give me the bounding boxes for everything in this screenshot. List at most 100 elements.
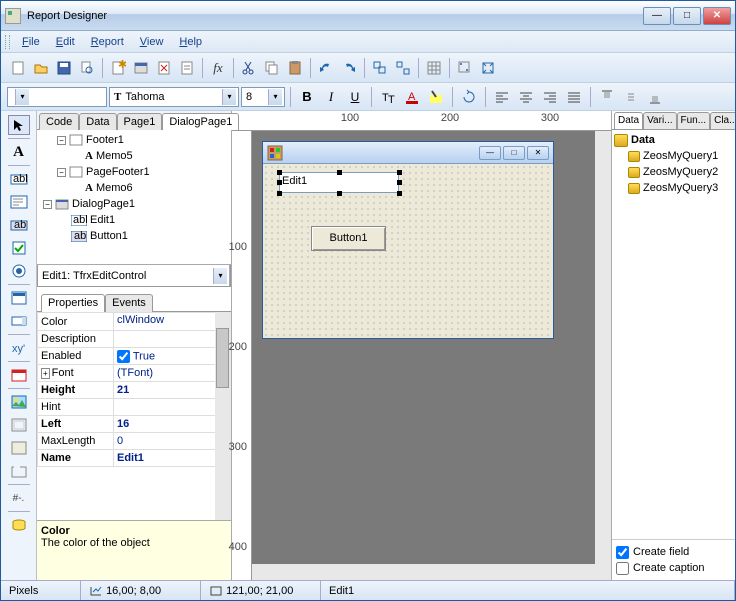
new-icon[interactable] <box>7 57 29 79</box>
svg-text:abl: abl <box>13 173 28 185</box>
query-icon <box>628 151 640 162</box>
left-panel: Code Data Page1 DialogPage1 −Footer1 AMe… <box>37 111 232 580</box>
redo-icon[interactable] <box>338 57 360 79</box>
edit-tool[interactable]: abl <box>8 169 30 189</box>
rtab-functions[interactable]: Fun... <box>677 112 711 130</box>
grid-icon[interactable] <box>423 57 445 79</box>
bold-button[interactable]: B <box>296 86 318 108</box>
new-dialog-icon[interactable] <box>130 57 152 79</box>
panel-tool[interactable] <box>8 438 30 458</box>
pagecontrol-tool[interactable]: #-. <box>8 488 30 508</box>
window-title: Report Designer <box>27 10 643 22</box>
fit-grid-icon[interactable] <box>477 57 499 79</box>
style-combo[interactable]: ▾ <box>7 87 107 107</box>
maximize-button[interactable]: □ <box>673 7 701 25</box>
menu-edit[interactable]: Edit <box>48 34 83 50</box>
rtab-data[interactable]: Data <box>614 112 643 130</box>
select-tool[interactable] <box>8 115 30 135</box>
edit-control[interactable]: Edit1 <box>279 172 399 193</box>
canvas-scroll[interactable]: — □ ✕ Edit1 Button1 <box>252 131 611 580</box>
query-icon <box>628 167 640 178</box>
highlight-icon[interactable] <box>425 86 447 108</box>
minimize-button[interactable]: — <box>643 7 671 25</box>
tab-code[interactable]: Code <box>39 113 79 130</box>
tab-properties[interactable]: Properties <box>41 294 105 312</box>
radiobutton-tool[interactable] <box>8 261 30 281</box>
paste-icon[interactable] <box>284 57 306 79</box>
text-tool[interactable]: A <box>8 142 30 162</box>
memo-tool[interactable] <box>8 192 30 212</box>
status-bar: Pixels 16,00; 8,00 121,00; 21,00 Edit1 <box>1 580 735 600</box>
menu-file[interactable]: File <box>14 34 48 50</box>
undo-icon[interactable] <box>315 57 337 79</box>
svg-text:ab: ab <box>14 219 26 231</box>
align-middle-icon[interactable] <box>620 86 642 108</box>
align-grid-icon[interactable] <box>454 57 476 79</box>
menu-help[interactable]: Help <box>171 34 210 50</box>
enabled-checkbox[interactable] <box>117 350 130 363</box>
listbox-tool[interactable] <box>8 288 30 308</box>
dialog-form[interactable]: — □ ✕ Edit1 Button1 <box>262 141 554 339</box>
open-icon[interactable] <box>30 57 52 79</box>
date-tool[interactable] <box>8 365 30 385</box>
canvas-hscroll[interactable] <box>252 564 611 580</box>
variables-icon[interactable]: fx <box>207 57 229 79</box>
align-justify-icon[interactable] <box>563 86 585 108</box>
font-size-combo[interactable]: 8▾ <box>241 87 285 107</box>
svg-text:ab: ab <box>74 231 86 242</box>
dblookup-tool[interactable] <box>8 515 30 535</box>
ungroup-icon[interactable] <box>392 57 414 79</box>
page-settings-icon[interactable] <box>176 57 198 79</box>
rtab-variables[interactable]: Vari... <box>643 112 676 130</box>
new-page-icon[interactable]: ✱ <box>107 57 129 79</box>
copy-icon[interactable] <box>261 57 283 79</box>
save-icon[interactable] <box>53 57 75 79</box>
rotate-icon[interactable] <box>458 86 480 108</box>
canvas-vscroll[interactable] <box>595 131 611 580</box>
bevel-tool[interactable] <box>8 415 30 435</box>
cut-icon[interactable] <box>238 57 260 79</box>
status-size: 121,00; 21,00 <box>201 581 321 600</box>
image-tool[interactable] <box>8 392 30 412</box>
font-settings-icon[interactable]: TT <box>377 86 399 108</box>
font-combo[interactable]: TTahoma▾ <box>109 87 239 107</box>
underline-button[interactable]: U <box>344 86 366 108</box>
tab-page1[interactable]: Page1 <box>117 113 163 130</box>
align-top-icon[interactable] <box>596 86 618 108</box>
groupbox-tool[interactable] <box>8 461 30 481</box>
form-maximize[interactable]: □ <box>503 146 525 160</box>
create-field-checkbox[interactable]: Create field <box>616 544 731 560</box>
data-tree[interactable]: Data ZeosMyQuery1 ZeosMyQuery2 ZeosMyQue… <box>612 130 735 539</box>
align-right-icon[interactable] <box>539 86 561 108</box>
font-color-icon[interactable]: A <box>401 86 423 108</box>
property-grid[interactable]: ColorclWindow▾ Description Enabled True … <box>37 312 231 520</box>
delete-page-icon[interactable] <box>153 57 175 79</box>
report-tree[interactable]: −Footer1 AMemo5 −PageFooter1 AMemo6 −Dia… <box>37 130 231 265</box>
menu-view[interactable]: View <box>132 34 172 50</box>
tab-dialogpage[interactable]: DialogPage1 <box>162 113 239 130</box>
object-selector[interactable]: Edit1: TfrxEditControl▾ <box>37 265 231 287</box>
button-control[interactable]: Button1 <box>311 226 386 251</box>
menu-report[interactable]: Report <box>83 34 132 50</box>
create-caption-checkbox[interactable]: Create caption <box>616 560 731 576</box>
tab-events[interactable]: Events <box>105 294 153 312</box>
align-left-icon[interactable] <box>491 86 513 108</box>
form-close[interactable]: ✕ <box>527 146 549 160</box>
group-icon[interactable] <box>369 57 391 79</box>
italic-button[interactable]: I <box>320 86 342 108</box>
preview-icon[interactable] <box>76 57 98 79</box>
prop-scrollbar[interactable] <box>216 328 229 388</box>
svg-text:✱: ✱ <box>118 60 126 71</box>
data-tabs: Data Vari... Fun... Cla... <box>612 111 735 130</box>
checkbox-tool[interactable] <box>8 238 30 258</box>
align-center-icon[interactable] <box>515 86 537 108</box>
form-minimize[interactable]: — <box>479 146 501 160</box>
align-bottom-icon[interactable] <box>644 86 666 108</box>
button-tool[interactable]: ab <box>8 215 30 235</box>
close-button[interactable]: ✕ <box>703 7 731 25</box>
rtab-classes[interactable]: Cla... <box>710 112 735 130</box>
label-tool[interactable]: xy' <box>8 338 30 358</box>
tab-data[interactable]: Data <box>79 113 116 130</box>
combobox-tool[interactable] <box>8 311 30 331</box>
font-toolbar: ▾ TTahoma▾ 8▾ B I U TT A <box>1 83 735 111</box>
